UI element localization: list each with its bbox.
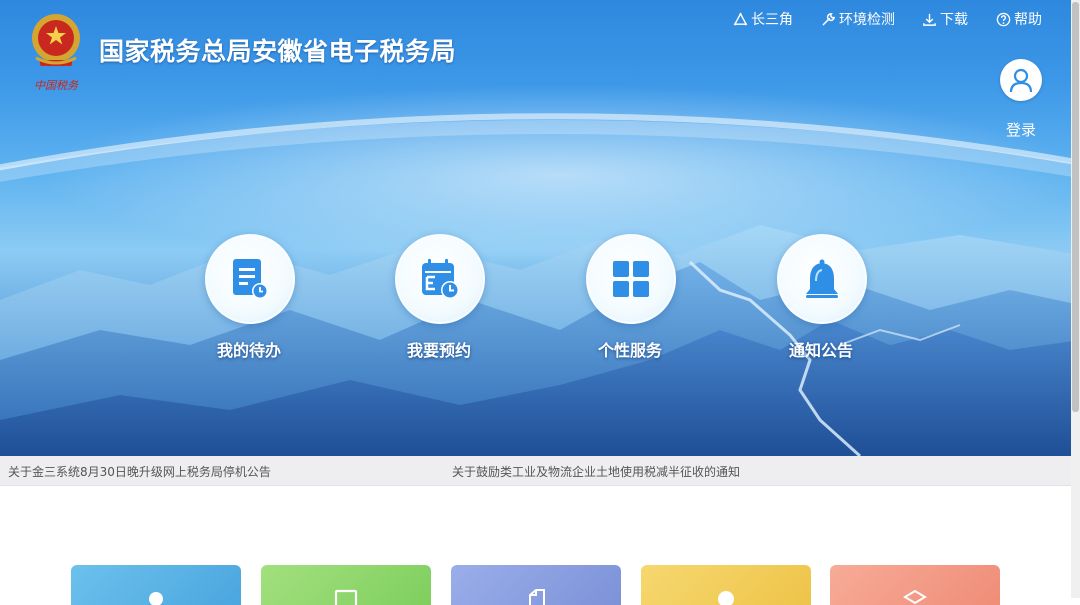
layers-icon [903,589,927,605]
service-card[interactable] [451,565,621,605]
notice-bar: 关于金三系统8月30日晚升级网上税务局停机公告 关于鼓励类工业及物流企业土地使用… [0,456,1080,486]
todo-document-icon [233,259,268,299]
scrollbar-thumb[interactable] [1072,2,1079,412]
emblem-caption: 中国税务 [34,79,79,92]
nav-help[interactable]: 帮助 [996,9,1042,29]
bell-icon [806,259,838,298]
monitor-icon [334,589,358,605]
feature-label: 我的待办 [216,341,281,360]
service-card[interactable] [641,565,811,605]
nav-label: 长三角 [751,12,793,28]
user-icon [1000,59,1042,101]
notice-link[interactable]: 关于金三系统8月30日晚升级网上税务局停机公告 [8,463,271,480]
feature-label: 个性服务 [597,341,662,360]
download-icon [923,13,936,26]
circle-icon [718,591,734,605]
wrench-icon [822,12,836,25]
feature-notice[interactable]: 通知公告 [777,234,867,361]
feature-label: 我要预约 [406,341,471,360]
nav-yangtze-delta[interactable]: 长三角 [733,9,793,29]
feature-my-todo[interactable]: 我的待办 [205,234,295,361]
hero-banner: 中国税务 国家税务总局安徽省电子税务局 长三角 环境检测 下载 帮助 登录 我的… [0,0,1080,456]
great-wall-landscape [0,85,1080,456]
triangle-icon [733,11,748,25]
feature-appointment[interactable]: 我要预约 [395,234,485,361]
grid-icon [613,261,649,297]
nav-environment-check[interactable]: 环境检测 [821,9,895,29]
service-card[interactable] [71,565,241,605]
nav-label: 下载 [940,12,968,28]
nav-label: 环境检测 [839,12,895,28]
help-icon [996,12,1011,26]
nav-label: 帮助 [1014,12,1042,28]
feature-label: 通知公告 [788,341,853,360]
document-icon [529,589,545,605]
page-scrollbar[interactable] [1071,0,1080,598]
calendar-clock-icon [422,259,459,299]
login-button[interactable]: 登录 [999,59,1043,140]
feature-personal-service[interactable]: 个性服务 [586,234,676,361]
service-card[interactable] [261,565,431,605]
login-label: 登录 [1005,121,1036,139]
site-title: 国家税务总局安徽省电子税务局 [99,37,457,66]
service-card[interactable] [830,565,1000,605]
person-icon [149,592,163,605]
notice-link[interactable]: 关于鼓励类工业及物流企业土地使用税减半征收的通知 [452,463,740,480]
tax-emblem-logo: 中国税务 [32,14,80,92]
nav-download[interactable]: 下载 [922,9,968,29]
